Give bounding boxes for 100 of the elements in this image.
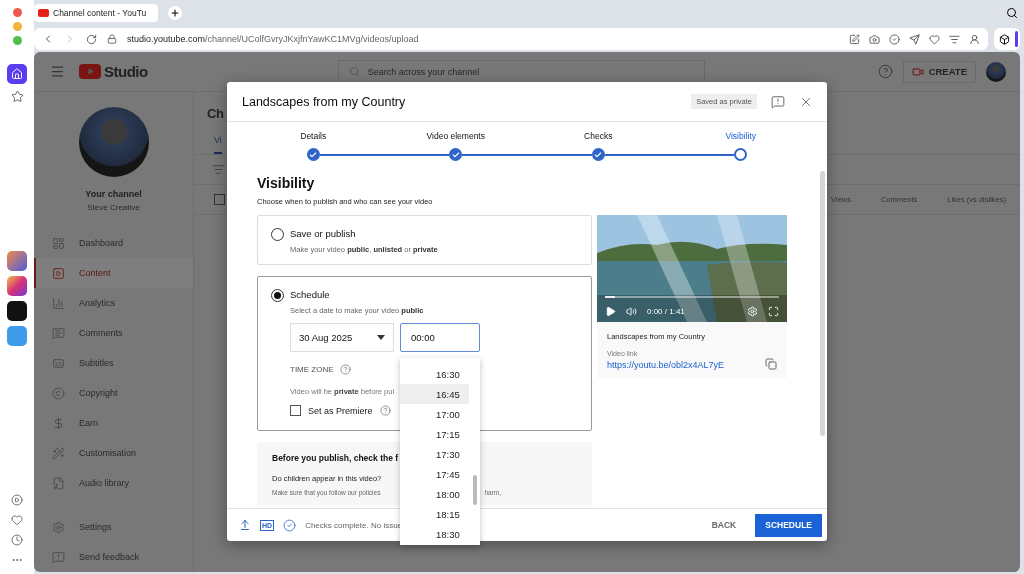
edit-icon[interactable] — [849, 33, 860, 45]
app-shortcut-icon[interactable] — [7, 301, 27, 321]
play-circle-icon[interactable] — [11, 494, 23, 506]
nav-item[interactable]: Copyright — [34, 378, 193, 408]
nav-item[interactable]: Earn — [34, 408, 193, 438]
time-option[interactable]: 17:00 — [400, 404, 469, 424]
premiere-checkbox[interactable] — [290, 405, 301, 416]
window-close-button[interactable] — [12, 8, 22, 17]
time-zone-label: TIME ZONE — [290, 365, 334, 374]
copyright-icon — [52, 386, 65, 400]
settings-icon[interactable] — [747, 306, 758, 317]
address-bar[interactable]: studio.youtube.com/channel/UColfGvryJKxjfnYawKC1MVg/videos/upload — [34, 28, 988, 50]
heart-icon[interactable] — [929, 33, 940, 45]
nav-item[interactable]: Audio library — [34, 468, 193, 498]
play-icon[interactable] — [605, 306, 616, 317]
dollar-icon — [52, 416, 65, 430]
window-zoom-button[interactable] — [12, 36, 22, 45]
lock-icon — [107, 34, 117, 44]
play-icon — [86, 68, 94, 75]
schedule-button[interactable]: SCHEDULE — [755, 513, 822, 537]
step-label[interactable]: Checks — [584, 131, 613, 144]
step-label[interactable]: Details — [300, 131, 327, 144]
fullscreen-icon[interactable] — [768, 306, 779, 317]
scrollbar[interactable] — [820, 171, 825, 436]
clock-icon[interactable] — [11, 534, 23, 546]
logo-text: Studio — [104, 63, 148, 80]
music-file-icon — [52, 476, 65, 490]
scrollbar[interactable] — [473, 475, 477, 505]
magic-wand-icon — [52, 446, 65, 460]
step-label[interactable]: Visibility — [725, 131, 756, 144]
url-text: studio.youtube.com/channel/UColfGvryJKxjfnYawKC1MVg/videos/upload — [127, 34, 419, 44]
play-icon — [52, 266, 65, 280]
premiere-label: Set as Premiere — [308, 405, 373, 416]
favicon-icon — [38, 9, 49, 17]
camera-icon[interactable] — [869, 33, 880, 45]
video-time: 0:00 / 1:41 — [647, 307, 685, 316]
nav-item[interactable]: Customisation — [34, 438, 193, 468]
page-title: Ch — [206, 106, 225, 121]
nav-item[interactable]: Analytics — [34, 288, 193, 318]
time-option[interactable]: 17:30 — [400, 444, 469, 464]
step-label[interactable]: Video elements — [426, 131, 485, 144]
help-icon[interactable] — [877, 64, 893, 79]
volume-icon[interactable] — [626, 306, 637, 317]
cube-icon — [999, 33, 1010, 45]
sidebar-indicator — [1015, 31, 1018, 47]
video-camera-icon — [911, 65, 924, 78]
time-option[interactable]: 18:15 — [400, 504, 469, 524]
home-button[interactable] — [7, 64, 27, 84]
menu-icon[interactable] — [50, 64, 65, 79]
new-tab-button[interactable] — [168, 6, 182, 20]
reload-icon[interactable] — [86, 33, 97, 45]
back-button[interactable]: BACK — [701, 514, 747, 536]
plus-icon — [170, 8, 180, 18]
heart-icon[interactable] — [11, 514, 23, 526]
time-option[interactable]: 18:00 — [400, 484, 469, 504]
dialog-title: Landscapes from my Country — [242, 94, 406, 109]
filter-icon[interactable] — [212, 163, 225, 176]
feedback-icon — [52, 550, 65, 564]
avatar[interactable] — [986, 61, 1006, 82]
copy-icon[interactable] — [765, 358, 777, 370]
feedback-icon[interactable] — [771, 94, 785, 109]
date-dropdown[interactable]: 30 Aug 2025 — [290, 323, 394, 352]
comment-icon — [52, 326, 65, 340]
app-shortcut-icon[interactable] — [7, 276, 27, 296]
time-option[interactable]: 17:45 — [400, 464, 469, 484]
help-icon[interactable] — [379, 405, 391, 416]
extension-box[interactable] — [994, 28, 1020, 50]
help-icon[interactable] — [339, 364, 351, 375]
channel-title: Your channel — [85, 189, 142, 199]
create-button[interactable]: CREATE — [902, 60, 976, 83]
time-field[interactable]: 00:00 — [400, 323, 480, 352]
nav-item[interactable]: Content — [34, 258, 193, 288]
section-heading: Visibility — [257, 175, 316, 191]
subtitles-icon — [52, 356, 65, 370]
nav-item[interactable]: Settings — [34, 512, 193, 542]
star-icon[interactable] — [10, 90, 24, 103]
time-option[interactable]: 16:30 — [400, 364, 469, 384]
channel-name: Steve Creative — [87, 203, 140, 212]
time-option[interactable]: 18:30 — [400, 524, 469, 544]
dashboard-icon — [52, 236, 65, 250]
nav-item[interactable]: Subtitles — [34, 348, 193, 378]
select-all-checkbox[interactable] — [214, 194, 225, 205]
settings-icon — [52, 520, 65, 534]
nav-item[interactable]: Send feedback — [34, 542, 193, 572]
search-icon[interactable] — [1006, 7, 1018, 19]
upload-icon[interactable] — [239, 519, 251, 531]
check-circle-icon[interactable] — [889, 33, 900, 45]
bar-chart-icon — [52, 296, 65, 310]
send-icon[interactable] — [909, 33, 920, 45]
checklist-heading: Before you publish, check the f — [272, 453, 399, 463]
time-option[interactable]: 16:45 — [400, 384, 469, 404]
search-icon — [348, 66, 360, 77]
check-circle-icon[interactable] — [283, 518, 297, 532]
nav-item[interactable]: Dashboard — [34, 228, 193, 258]
profile-icon[interactable] — [969, 33, 980, 45]
video-link[interactable]: https://youtu.be/obl2x4AL7yE — [607, 360, 725, 370]
nav-item[interactable]: Comments — [34, 318, 193, 348]
list-icon[interactable] — [949, 33, 960, 45]
option-title: Save or publish — [290, 228, 357, 239]
browser-tab[interactable]: Channel content - YouTu — [34, 4, 158, 22]
